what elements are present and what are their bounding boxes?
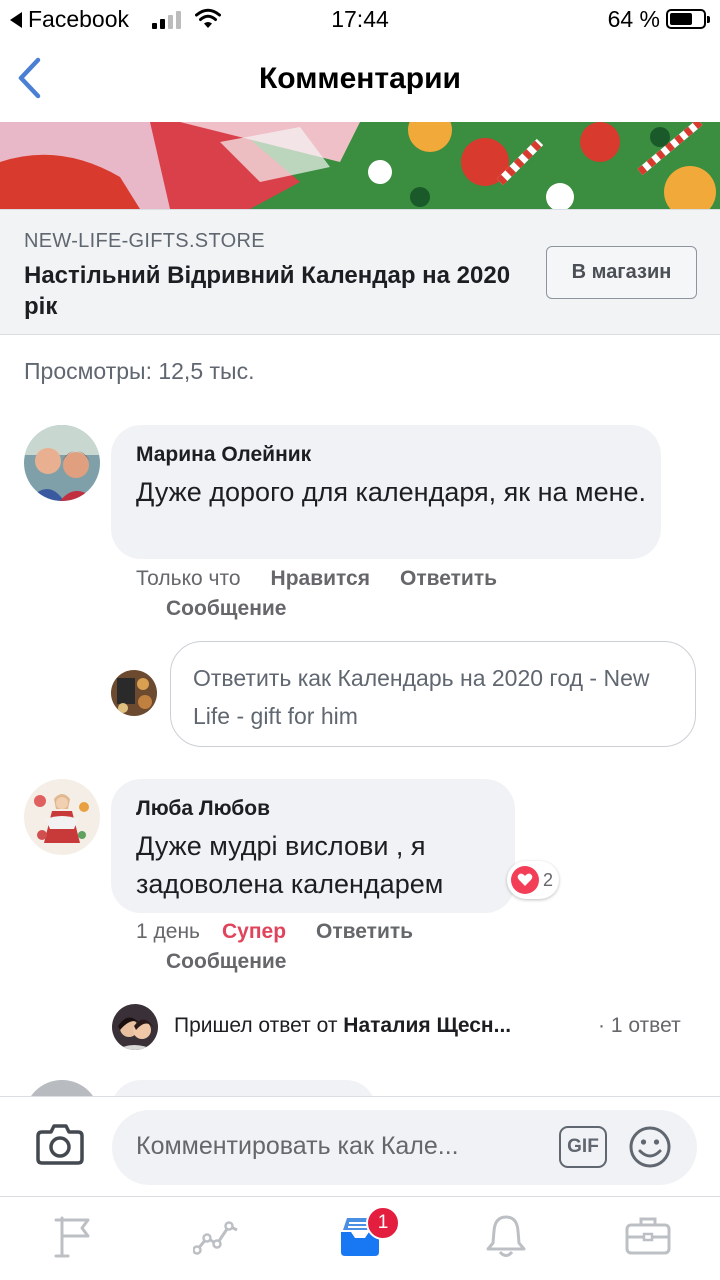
reaction-summary[interactable]: 2 [507,861,560,899]
avatar-natalia [112,1004,158,1050]
link-title: Настільний Відривний Календар на 2020 рі… [24,262,511,320]
nav-bar: Комментарии [0,40,720,122]
emoji-icon[interactable] [627,1124,673,1170]
comment-actions: 1 день Супер Ответить Сообщение [136,917,616,977]
flag-icon [54,1216,90,1258]
avatar-marina[interactable] [24,425,100,501]
shop-now-button[interactable]: В магазин [546,246,697,299]
message-button[interactable]: Сообщение [136,594,616,624]
tab-insights[interactable] [188,1211,244,1261]
reply-count: · 1 ответ [598,1014,681,1037]
reply-placeholder: Ответить как Календарь на 2020 год - New… [193,665,650,729]
reply-input[interactable]: Ответить как Календарь на 2020 год - New… [170,641,696,747]
views-count: Просмотры: 12,5 тыс. [24,358,255,384]
reply-thread-author: Наталия Щесн... [343,1014,512,1037]
status-bar: Facebook 17:44 64 % [0,0,720,40]
view-replies[interactable]: Пришел ответ от Наталия Щесн... · 1 отве… [112,1004,712,1050]
bottom-tab-bar: 1 [0,1196,720,1280]
battery-icon [666,9,710,29]
product-image[interactable] [0,122,720,209]
message-button[interactable]: Сообщение [136,947,616,977]
briefcase-icon [625,1217,671,1255]
page-avatar [111,670,157,716]
bell-icon [486,1215,526,1257]
comment-text: Дуже дорого для календаря, як на мене. [136,477,647,507]
comment-author[interactable]: Марина Олейник [136,443,311,467]
reply-button[interactable]: Ответить [316,920,413,943]
reply-button[interactable]: Ответить [400,567,497,590]
comment-actions: Только что Нравится Ответить Сообщение [136,564,616,624]
love-reaction-icon [511,866,539,894]
reply-thread-text: Пришел ответ от Наталия Щесн... [174,1014,511,1038]
comment-input[interactable]: Комментировать как Кале... GIF [112,1110,697,1185]
like-button[interactable]: Нравится [271,567,370,590]
inbox-badge: 1 [366,1206,400,1240]
link-domain: NEW-LIFE-GIFTS.STORE [24,230,265,252]
avatar-luba[interactable] [24,779,100,855]
reply-thread-prefix: Пришел ответ от [174,1014,344,1037]
comment-time: 1 день [136,920,200,943]
love-button[interactable]: Супер [222,920,286,943]
gif-button[interactable]: GIF [559,1126,607,1168]
comment-placeholder: Комментировать как Кале... [136,1132,459,1160]
camera-icon[interactable] [36,1123,84,1165]
comment-time: Только что [136,567,241,590]
comment-author[interactable]: Люба Любов [136,797,270,821]
tab-tools[interactable] [620,1211,676,1261]
comment-text: Дуже мудрі вислови , я задоволена календ… [136,831,444,899]
insights-icon [193,1221,238,1255]
battery-percent: 64 % [607,6,660,32]
comment-composer: Комментировать как Кале... GIF [0,1096,720,1196]
link-preview-card[interactable]: NEW-LIFE-GIFTS.STORE Настільний Відривни… [0,209,720,335]
tab-notifications[interactable] [478,1211,534,1261]
reaction-count: 2 [543,869,554,890]
tab-page[interactable] [46,1211,102,1261]
page-title: Комментарии [258,62,462,95]
